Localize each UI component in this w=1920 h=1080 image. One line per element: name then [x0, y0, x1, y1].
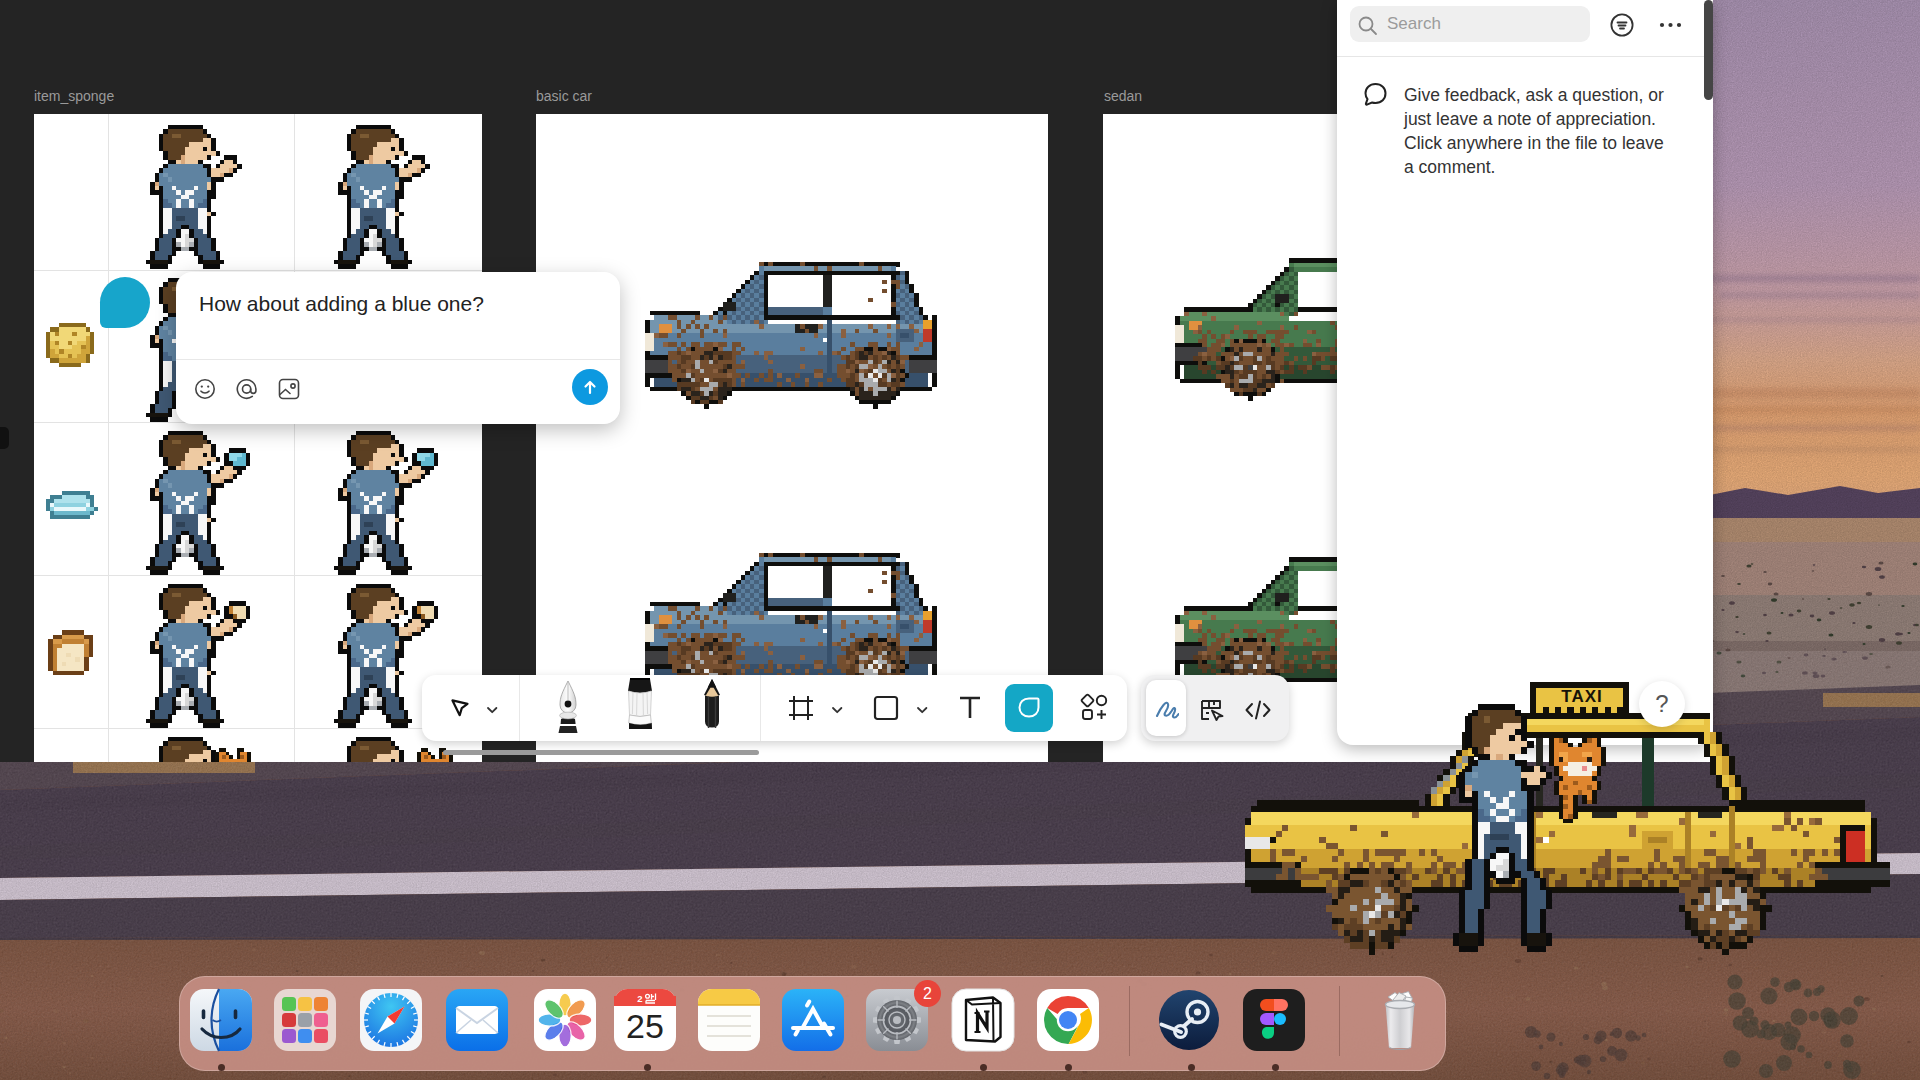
svg-text:2: 2: [637, 993, 642, 1004]
svg-text:25: 25: [626, 1007, 664, 1045]
